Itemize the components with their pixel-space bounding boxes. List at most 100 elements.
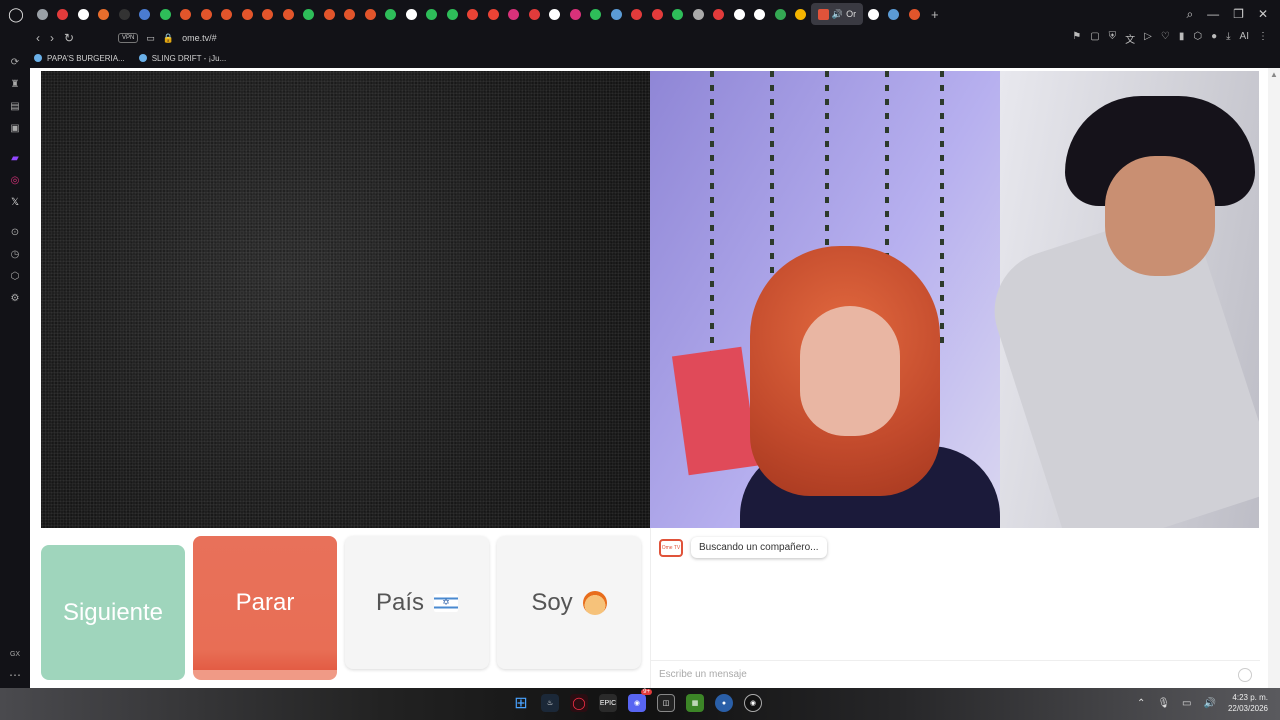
browser-tab[interactable]	[176, 3, 197, 25]
settings-icon[interactable]: ⚙	[7, 290, 23, 306]
page-scrollbar[interactable]: ▲	[1268, 68, 1280, 688]
minimize-icon[interactable]: —	[1207, 7, 1219, 21]
browser-tab[interactable]	[340, 3, 361, 25]
browser-tab[interactable]	[217, 3, 238, 25]
search-tabs-icon[interactable]: ⌕	[1186, 7, 1193, 22]
opera-gx-logo-icon[interactable]: ◯	[0, 0, 32, 28]
browser-tab[interactable]	[524, 3, 545, 25]
gender-button[interactable]: Soy	[497, 536, 641, 669]
browser-tab[interactable]	[863, 3, 884, 25]
browser-tab[interactable]	[504, 3, 525, 25]
browser-tab[interactable]	[627, 3, 648, 25]
browser-tab[interactable]	[884, 3, 905, 25]
messenger-icon[interactable]: ▣	[7, 120, 23, 136]
browser-tab[interactable]	[483, 3, 504, 25]
browser-tab[interactable]	[442, 3, 463, 25]
country-button[interactable]: País ✡	[345, 536, 489, 669]
reload-icon[interactable]: ↻	[64, 31, 74, 45]
player-play-icon[interactable]: ⊙	[7, 224, 23, 240]
browser-tab[interactable]	[791, 3, 812, 25]
translate-icon[interactable]: 文	[1125, 31, 1135, 46]
url-field[interactable]: ome.tv/#	[174, 33, 1072, 43]
tab-audio-icon[interactable]: 🔊	[832, 9, 843, 20]
ai-button[interactable]: AI	[1240, 31, 1249, 46]
browser-tab[interactable]	[73, 3, 94, 25]
gx-control-icon[interactable]: ⟳	[7, 54, 23, 70]
browser-tab[interactable]	[463, 3, 484, 25]
history-icon[interactable]: ◷	[7, 246, 23, 262]
shield-icon[interactable]: ⛨	[1109, 31, 1117, 46]
browser-tab[interactable]	[586, 3, 607, 25]
bookmark-papas-burgeria[interactable]: PAPA'S BURGERIA...	[34, 54, 125, 63]
browser-tab[interactable]	[729, 3, 750, 25]
browser-tab[interactable]	[545, 3, 566, 25]
recording-app-icon[interactable]: ◉	[744, 694, 762, 712]
browser-tab[interactable]	[155, 3, 176, 25]
network-icon[interactable]: ▭	[1182, 698, 1191, 709]
x-icon[interactable]: 𝕏	[7, 194, 23, 210]
tray-overflow-icon[interactable]: ⌃	[1137, 698, 1145, 709]
active-tab[interactable]: 🔊 Or	[811, 3, 863, 25]
browser-tab[interactable]	[53, 3, 74, 25]
browser-tab[interactable]	[32, 3, 53, 25]
microphone-icon[interactable]: 🎙	[1157, 698, 1170, 709]
opera-gx-icon[interactable]: ◯	[570, 694, 588, 712]
browser-tab[interactable]	[258, 3, 279, 25]
wallet-icon[interactable]: ▮	[1179, 31, 1185, 46]
next-button[interactable]: Siguiente	[41, 545, 185, 680]
browser-tab[interactable]	[565, 3, 586, 25]
discord-icon[interactable]: ◉ 9+	[628, 689, 652, 712]
windows-start-icon[interactable]: ⊞	[512, 694, 530, 712]
heart-icon[interactable]: ♡	[1161, 31, 1170, 46]
profile-icon[interactable]: ●	[1211, 31, 1217, 46]
browser-tab[interactable]	[904, 3, 925, 25]
extensions-sidebar-icon[interactable]: ⬡	[7, 268, 23, 284]
scroll-up-icon[interactable]: ▲	[1268, 70, 1280, 79]
browser-tab[interactable]	[135, 3, 156, 25]
player-icon[interactable]: ▤	[7, 98, 23, 114]
browser-tab[interactable]	[94, 3, 115, 25]
browser-tab[interactable]	[606, 3, 627, 25]
app-icon[interactable]: ●	[715, 694, 733, 712]
menu-icon[interactable]: ⋮	[1258, 31, 1268, 46]
browser-tab[interactable]	[381, 3, 402, 25]
clock[interactable]: 4:23 p. m. 22/03/2026	[1228, 692, 1268, 714]
gx-label[interactable]: GX	[10, 651, 20, 658]
camera-icon[interactable]: ▭	[146, 33, 155, 44]
browser-tab[interactable]	[299, 3, 320, 25]
browser-tab[interactable]	[422, 3, 443, 25]
browser-tab[interactable]	[668, 3, 689, 25]
bookmark-sling-drift[interactable]: SLING DRIFT - ¡Ju...	[138, 54, 226, 63]
download-icon[interactable]: ⤓	[1226, 31, 1230, 46]
epic-games-icon[interactable]: EPIC	[599, 694, 617, 712]
browser-tab[interactable]	[688, 3, 709, 25]
volume-icon[interactable]: 🔊	[1204, 698, 1216, 709]
browser-tab[interactable]	[360, 3, 381, 25]
twitch-icon[interactable]: ▰	[7, 150, 23, 166]
message-input[interactable]: Escribe un mensaje	[651, 660, 1260, 688]
vpn-badge[interactable]: VPN	[118, 33, 139, 43]
gx-corner-icon[interactable]: ♜	[7, 76, 23, 92]
browser-tab[interactable]	[114, 3, 135, 25]
more-icon[interactable]: ⋯	[9, 668, 21, 682]
browser-tab[interactable]	[709, 3, 730, 25]
restore-icon[interactable]: ❐	[1233, 7, 1244, 21]
browser-tab[interactable]	[196, 3, 217, 25]
browser-tab[interactable]	[770, 3, 791, 25]
stop-button[interactable]: Parar	[193, 536, 337, 680]
browser-tab[interactable]	[647, 3, 668, 25]
instagram-icon[interactable]: ◎	[7, 172, 23, 188]
back-icon[interactable]: ‹	[36, 31, 40, 45]
browser-tab[interactable]	[237, 3, 258, 25]
browser-tab[interactable]	[750, 3, 771, 25]
emoji-icon[interactable]	[1238, 667, 1252, 682]
browser-tab[interactable]	[278, 3, 299, 25]
snapshot-icon[interactable]: ▢	[1090, 31, 1099, 46]
forward-icon[interactable]: ›	[50, 31, 54, 45]
pin-icon[interactable]: ⚑	[1072, 31, 1081, 46]
new-tab-icon[interactable]: +	[925, 3, 946, 25]
play-icon[interactable]: ▷	[1144, 31, 1152, 46]
minecraft-icon[interactable]: ▦	[686, 694, 704, 712]
browser-tab[interactable]	[401, 3, 422, 25]
extensions-icon[interactable]: ⬡	[1193, 31, 1202, 46]
